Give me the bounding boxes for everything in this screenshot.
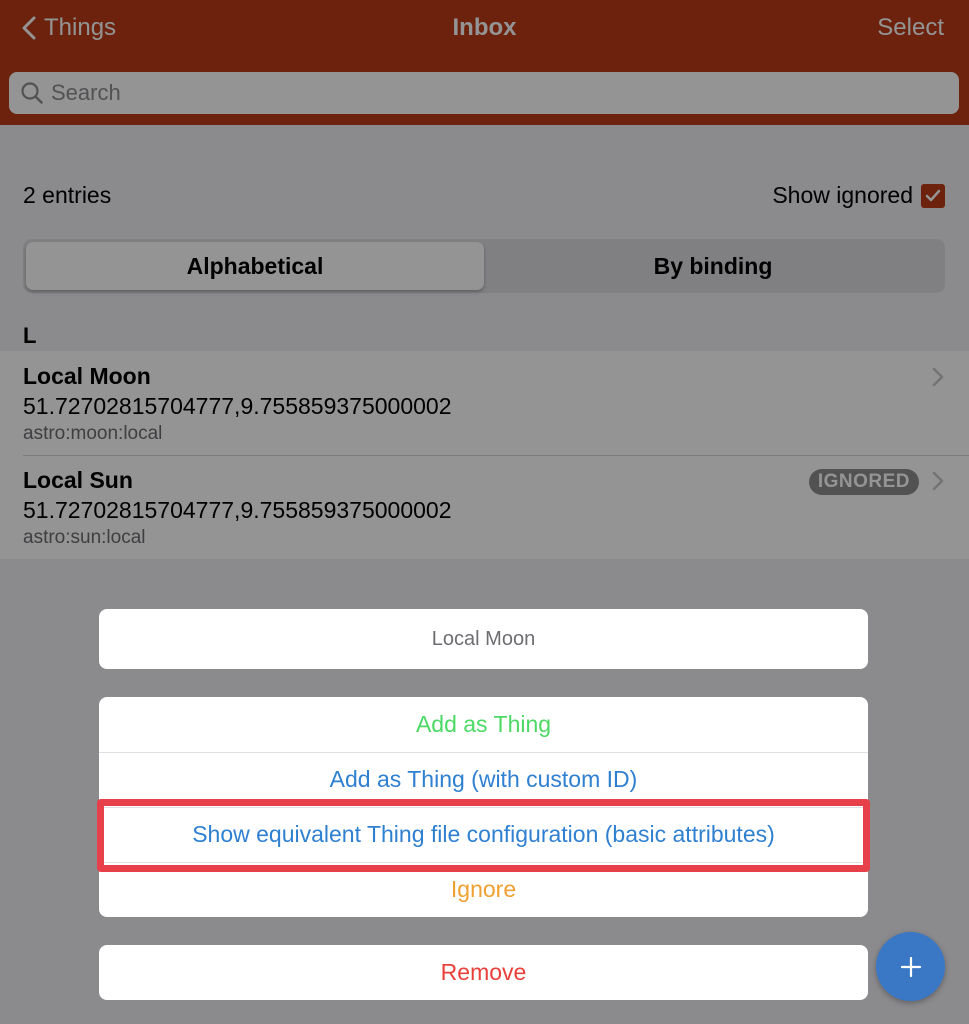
add-fab-button[interactable]: [876, 932, 945, 1001]
action-sheet-title: Local Moon: [99, 609, 868, 669]
add-as-thing-button[interactable]: Add as Thing: [99, 697, 868, 752]
show-thing-file-config-button[interactable]: Show equivalent Thing file configuration…: [99, 807, 868, 862]
plus-icon: [900, 956, 921, 977]
ignore-button[interactable]: Ignore: [99, 862, 868, 917]
add-as-thing-custom-id-button[interactable]: Add as Thing (with custom ID): [99, 752, 868, 807]
action-sheet-buttons: Add as Thing Add as Thing (with custom I…: [99, 697, 868, 917]
remove-button[interactable]: Remove: [99, 945, 868, 1000]
